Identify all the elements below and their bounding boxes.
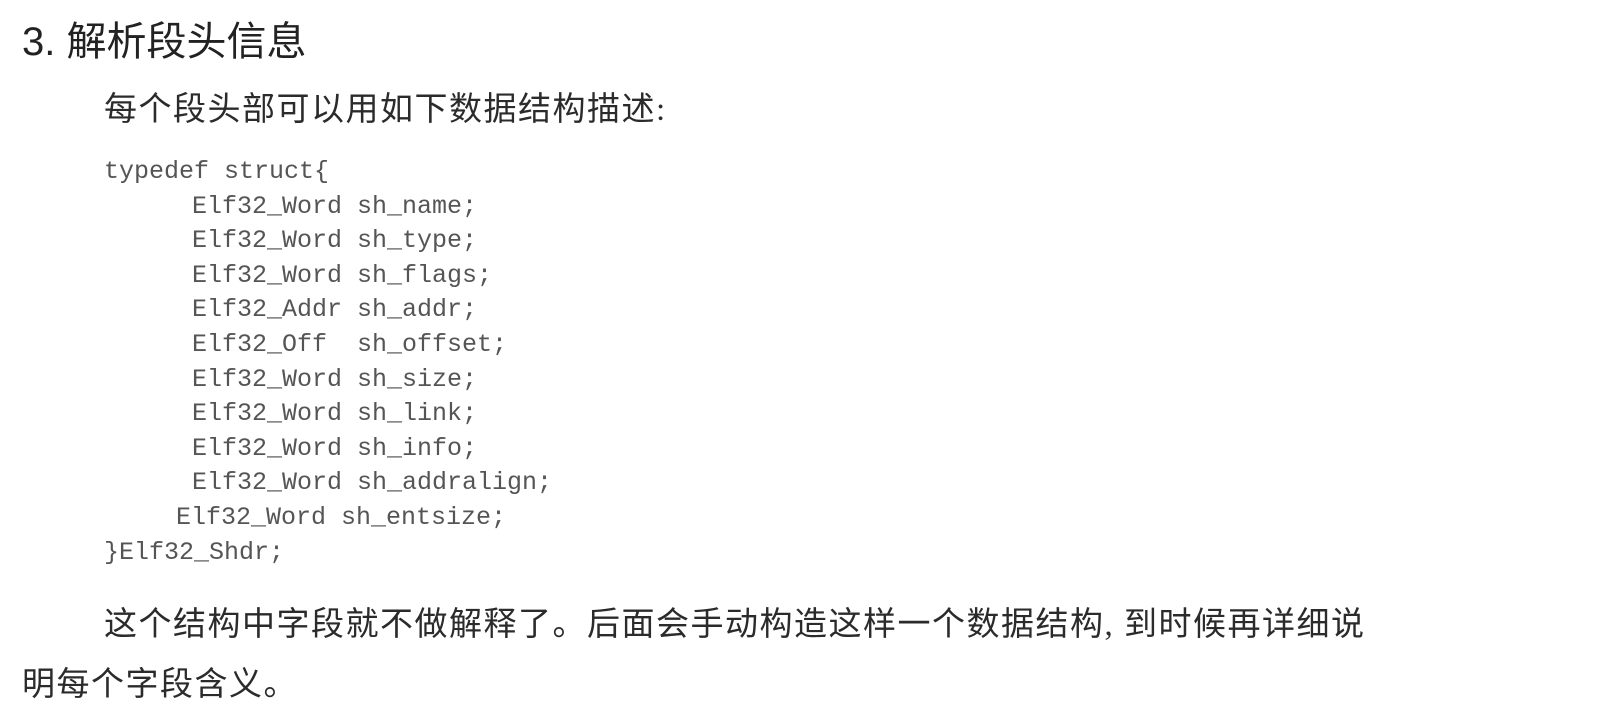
code-line-field: Elf32_Word sh_size;	[192, 364, 478, 394]
code-line-field: Elf32_Word sh_info;	[192, 433, 478, 463]
code-line-field: Elf32_Word sh_name;	[192, 191, 478, 221]
code-line-field: Elf32_Word sh_addralign;	[192, 468, 553, 498]
code-line-field: Elf32_Word sh_type;	[192, 226, 478, 256]
code-line-field: Elf32_Off sh_offset;	[192, 329, 508, 359]
code-line-close: }Elf32_Shdr;	[104, 537, 285, 567]
code-line-field: Elf32_Addr sh_addr;	[192, 295, 478, 325]
closing-paragraph-line-2: 明每个字段含义。	[22, 667, 298, 703]
code-line-field: Elf32_Word sh_flags;	[192, 260, 493, 290]
code-line-field: Elf32_Word sh_link;	[192, 399, 478, 429]
section-heading: 3. 解析段头信息	[22, 20, 307, 64]
code-block: typedef struct{ Elf32_Word sh_name; Elf3…	[104, 155, 552, 570]
document-page: 3. 解析段头信息 每个段头部可以用如下数据结构描述: typedef stru…	[0, 0, 1598, 724]
closing-paragraph-line-1: 这个结构中字段就不做解释了。后面会手动构造这样一个数据结构, 到时候再详细说	[104, 607, 1366, 643]
code-line-open: typedef struct{	[104, 157, 330, 186]
code-line-field: Elf32_Word sh_entsize;	[176, 502, 507, 532]
intro-paragraph: 每个段头部可以用如下数据结构描述:	[104, 92, 667, 128]
